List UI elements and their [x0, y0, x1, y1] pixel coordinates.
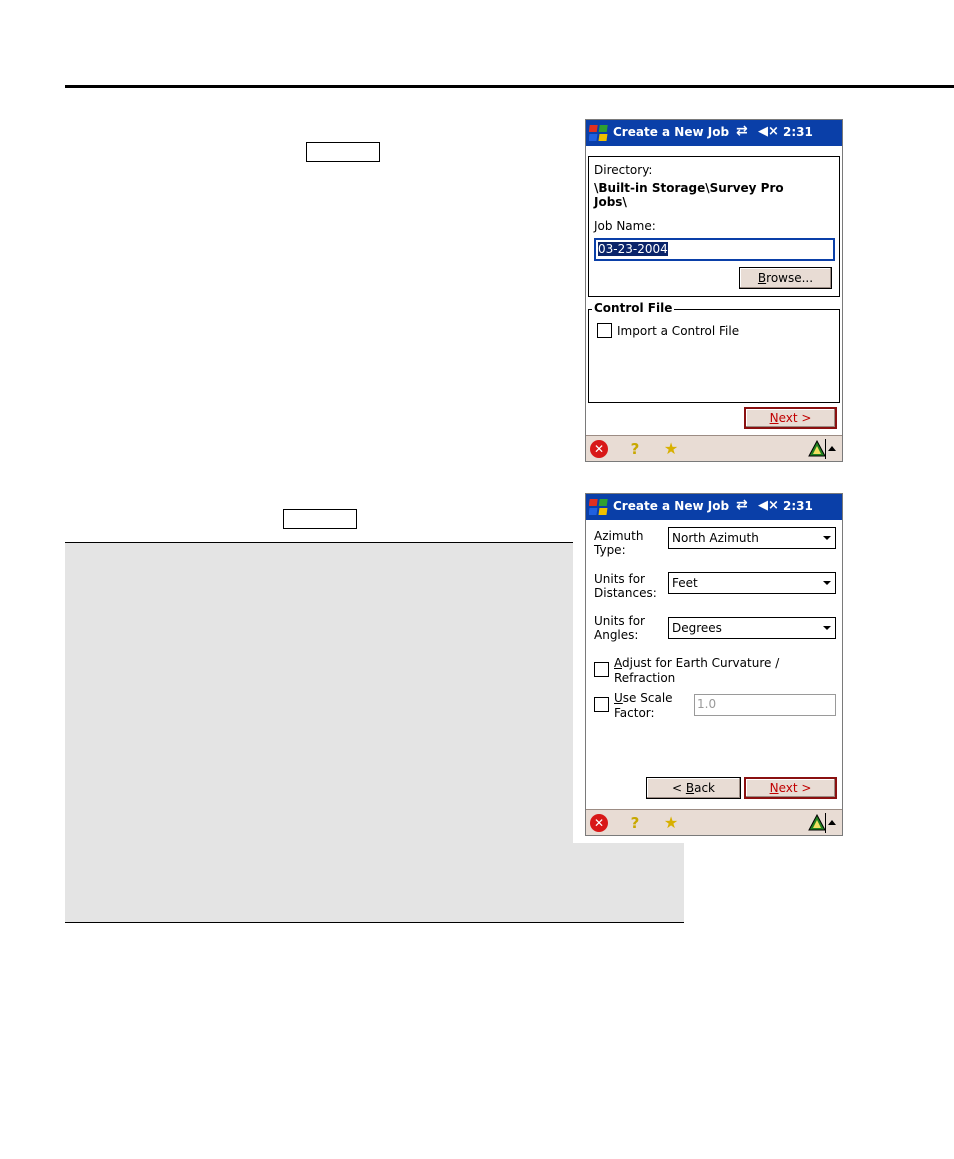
import-control-file-checkbox[interactable] — [597, 323, 612, 338]
directory-path-line2: Jobs\ — [594, 195, 627, 209]
earth-curvature-label-1[interactable]: Adjust for Earth Curvature / — [614, 656, 779, 670]
next-button[interactable]: Next > — [744, 407, 837, 429]
window-title: Create a New Job — [613, 499, 730, 513]
job-name-label: Job Name: — [594, 219, 656, 233]
up-arrow-icon[interactable] — [828, 820, 836, 825]
taskbar: ✕ ? ★ — [586, 435, 842, 461]
use-scale-factor-label-1[interactable]: Use Scale — [614, 691, 673, 705]
device-screen-create-job-1: Create a New Job ⇄ ◀× 2:31 Directory: \B… — [585, 119, 843, 462]
earth-curvature-mnemonic: A — [614, 656, 622, 670]
job-name-value: 03-23-2004 — [598, 242, 668, 256]
browse-mnemonic: B — [757, 271, 767, 285]
up-arrow-icon[interactable] — [828, 446, 836, 451]
next-mnemonic: N — [769, 411, 779, 425]
next-label: ext > — [778, 781, 812, 795]
scale-factor-value: 1.0 — [697, 697, 717, 711]
close-icon[interactable]: ✕ — [590, 814, 608, 832]
scale-factor-input[interactable]: 1.0 — [694, 694, 836, 716]
window-title: Create a New Job — [613, 125, 730, 139]
job-name-input[interactable]: 03-23-2004 — [594, 238, 835, 261]
earth-curvature-label-1-rest: djust for Earth Curvature / — [622, 656, 780, 670]
azimuth-type-label-2: Type: — [594, 543, 626, 557]
speaker-mute-icon[interactable]: ◀× — [758, 124, 779, 139]
next-button[interactable]: Next > — [744, 777, 837, 799]
directory-label: Directory: — [594, 163, 653, 177]
taskbar-separator — [825, 439, 826, 459]
help-icon[interactable]: ? — [626, 440, 644, 458]
sync-icon[interactable]: ⇄ — [736, 123, 748, 139]
browse-button[interactable]: Browse... — [739, 267, 832, 289]
taskbar: ✕ ? ★ — [586, 809, 842, 835]
distance-units-label-1: Units for — [594, 572, 645, 586]
angle-units-label-1: Units for — [594, 614, 645, 628]
next-mnemonic: N — [769, 781, 779, 795]
back-prefix: < — [671, 781, 686, 795]
back-label: ack — [694, 781, 715, 795]
back-button[interactable]: < Back — [646, 777, 741, 799]
distance-units-label-2: Distances: — [594, 586, 657, 600]
distance-units-value: Feet — [672, 576, 698, 590]
help-icon[interactable]: ? — [626, 814, 644, 832]
distance-units-select[interactable]: Feet — [668, 572, 836, 594]
device-screen-create-job-2: Create a New Job ⇄ ◀× 2:31 Azimuth Type:… — [585, 493, 843, 836]
speaker-mute-icon[interactable]: ◀× — [758, 498, 779, 513]
highlight-box-1 — [306, 142, 380, 162]
sync-icon[interactable]: ⇄ — [736, 497, 748, 513]
windows-start-icon[interactable] — [589, 123, 609, 143]
earth-curvature-checkbox[interactable] — [594, 662, 609, 677]
use-scale-factor-label-1-rest: se Scale — [622, 691, 673, 705]
azimuth-type-label-1: Azimuth — [594, 529, 644, 543]
title-bar: Create a New Job ⇄ ◀× 2:31 — [586, 120, 842, 146]
close-icon[interactable]: ✕ — [590, 440, 608, 458]
control-file-legend: Control File — [592, 301, 675, 315]
survey-pro-icon[interactable] — [808, 814, 826, 832]
chevron-down-icon — [823, 626, 831, 630]
use-scale-factor-label-2[interactable]: Factor: — [614, 706, 655, 720]
chevron-down-icon — [823, 536, 831, 540]
favorites-star-icon[interactable]: ★ — [662, 814, 680, 832]
angle-units-label-2: Angles: — [594, 628, 639, 642]
earth-curvature-label-2[interactable]: Refraction — [614, 671, 675, 685]
import-control-file-label[interactable]: Import a Control File — [617, 324, 739, 338]
favorites-star-icon[interactable]: ★ — [662, 440, 680, 458]
angle-units-select[interactable]: Degrees — [668, 617, 836, 639]
taskbar-separator — [825, 813, 826, 833]
use-scale-factor-checkbox[interactable] — [594, 697, 609, 712]
back-mnemonic: B — [685, 781, 695, 795]
browse-label: rowse... — [766, 271, 814, 285]
use-scale-factor-mnemonic: U — [614, 691, 623, 705]
page-top-rule — [65, 85, 954, 88]
next-label: ext > — [778, 411, 812, 425]
highlight-box-2 — [283, 509, 357, 529]
azimuth-type-value: North Azimuth — [672, 531, 759, 545]
title-bar: Create a New Job ⇄ ◀× 2:31 — [586, 494, 842, 520]
clock[interactable]: 2:31 — [783, 125, 813, 139]
angle-units-value: Degrees — [672, 621, 722, 635]
clock[interactable]: 2:31 — [783, 499, 813, 513]
azimuth-type-select[interactable]: North Azimuth — [668, 527, 836, 549]
chevron-down-icon — [823, 581, 831, 585]
survey-pro-icon[interactable] — [808, 440, 826, 458]
windows-start-icon[interactable] — [589, 497, 609, 517]
directory-path-line1: \Built-in Storage\Survey Pro — [594, 181, 784, 195]
